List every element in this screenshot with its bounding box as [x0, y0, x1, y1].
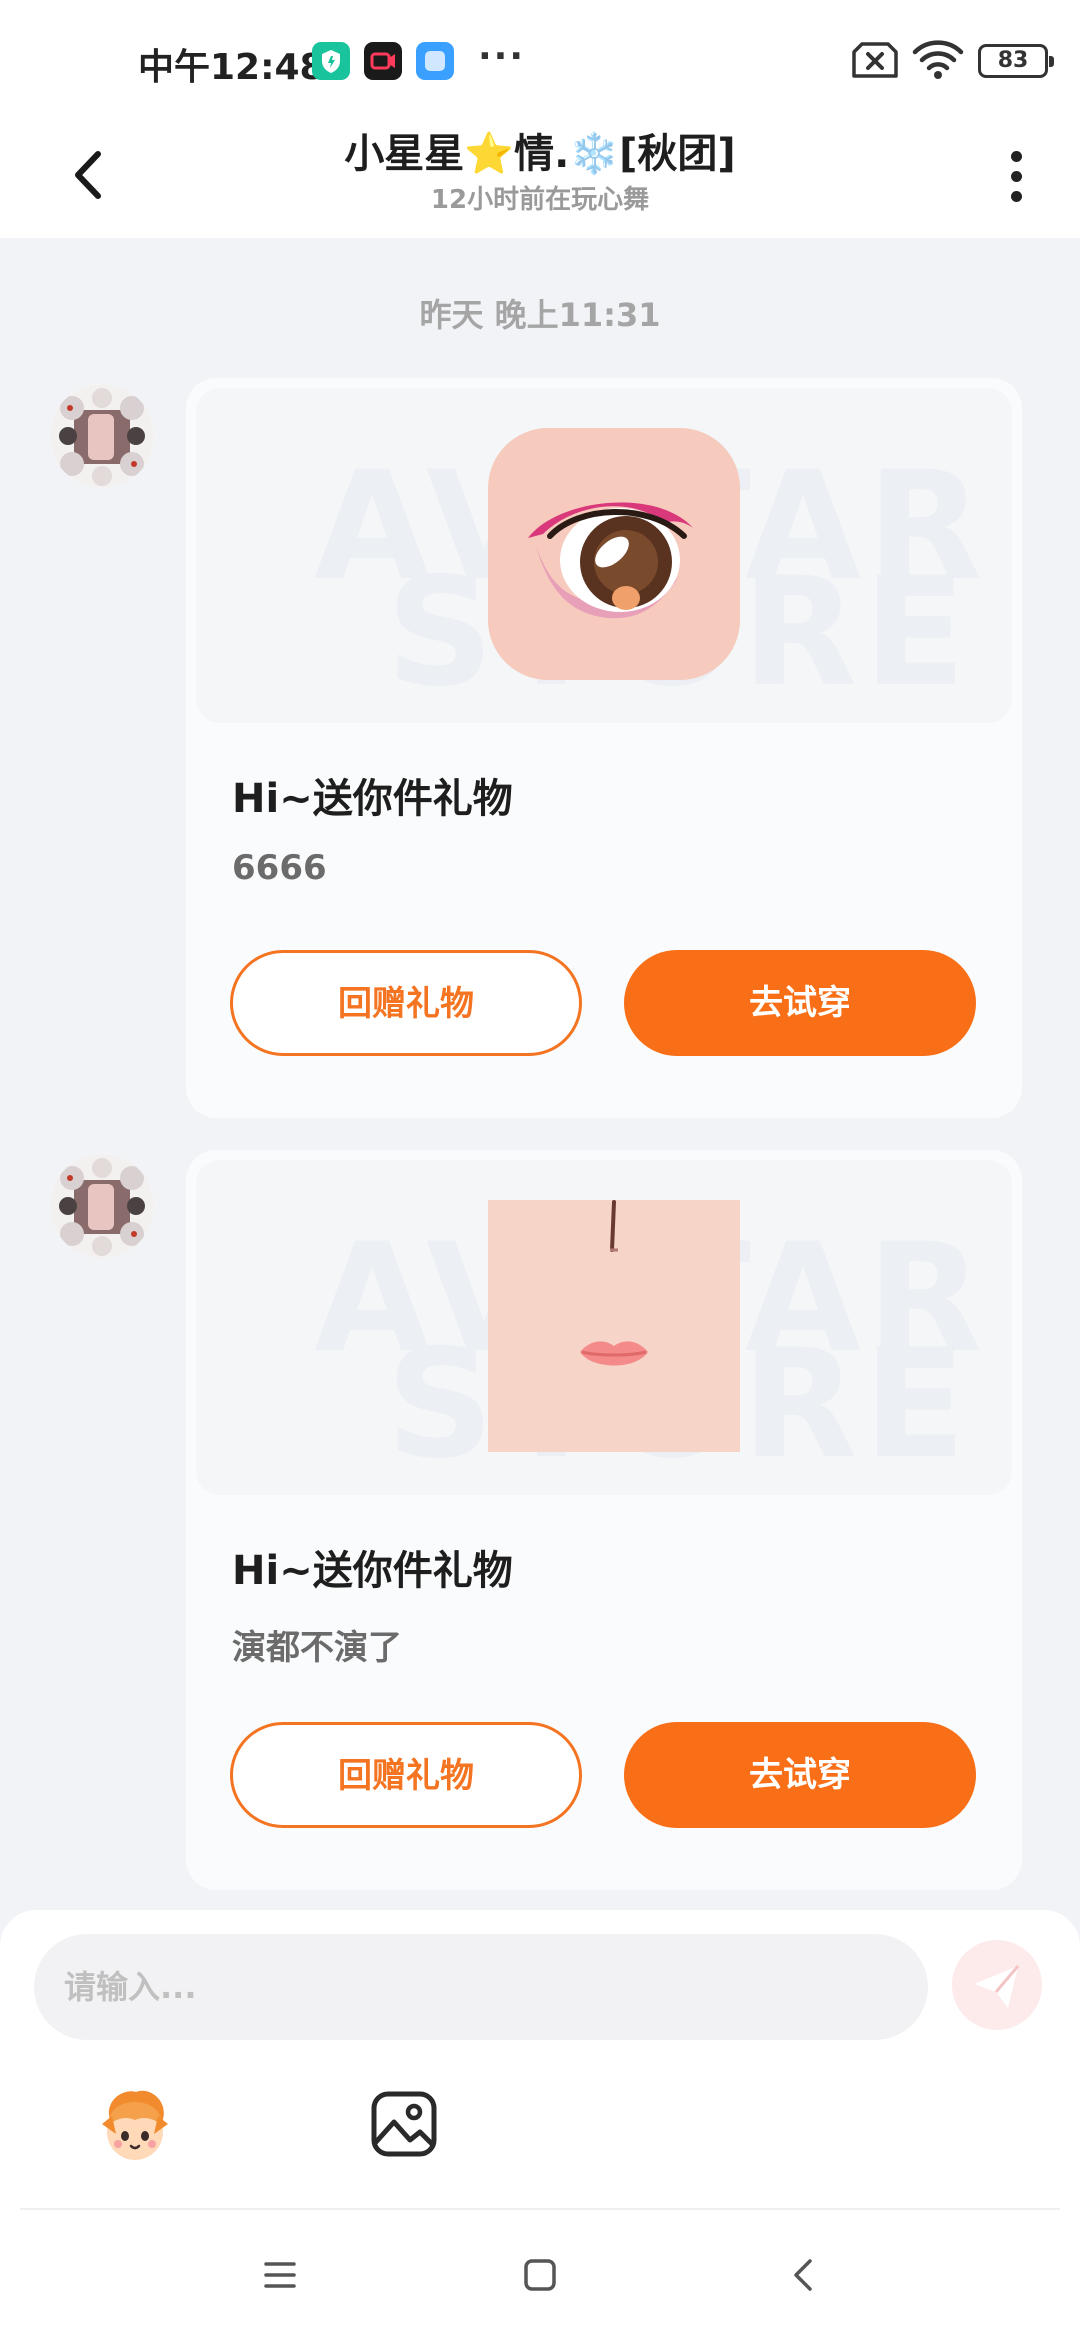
try-on-button[interactable]: 去试穿: [624, 950, 976, 1056]
gift-preview: AVATAR STORE: [196, 388, 1012, 723]
mouth-makeup-gift[interactable]: [488, 1200, 740, 1452]
gift-message-text: 演都不演了: [232, 1628, 402, 1668]
no-sim-icon: [852, 40, 898, 84]
composer-divider: [20, 2208, 1060, 2210]
eye-makeup-gift[interactable]: [488, 428, 740, 680]
sender-avatar[interactable]: [50, 384, 154, 488]
date-separator: 昨天 晚上11:31: [419, 296, 661, 334]
menu-icon: [264, 2262, 296, 2288]
back-icon: [794, 2259, 812, 2291]
back-arrow-icon: [75, 151, 101, 199]
gift-message-text: 6666: [232, 848, 327, 888]
chat-title: 小星星⭐情.❄️[秋团]: [344, 131, 736, 177]
title-block[interactable]: 小星星⭐情.❄️[秋团] 12小时前在玩心舞: [200, 126, 880, 218]
sticker-button[interactable]: [90, 2080, 180, 2170]
sticker-icon: [102, 2090, 168, 2160]
home-icon: [524, 2259, 556, 2291]
try-on-button[interactable]: 去试穿: [624, 1722, 976, 1828]
wifi-icon: [912, 40, 964, 84]
gift-title: Hi~送你件礼物: [232, 776, 513, 822]
home-nav-button[interactable]: [510, 2250, 570, 2300]
return-gift-button[interactable]: 回赠礼物: [230, 1722, 582, 1828]
message-input[interactable]: [34, 1934, 928, 2040]
send-icon: [974, 1965, 1020, 2008]
menu-nav-button[interactable]: [250, 2250, 310, 2300]
chat-header: 小星星⭐情.❄️[秋团] 12小时前在玩心舞: [0, 120, 1080, 238]
shield-app-icon: [312, 42, 350, 80]
gift-preview: AVATAR STORE: [196, 1160, 1012, 1495]
back-button[interactable]: [56, 140, 126, 210]
video-app-icon: [364, 42, 402, 80]
battery-icon: 83: [978, 44, 1054, 78]
gift-message-card: AVATAR STORE Hi~送你件礼物 6666 回赠礼物 去试穿: [186, 378, 1022, 1118]
back-nav-button[interactable]: [774, 2250, 834, 2300]
cloud-app-icon: [416, 42, 454, 80]
status-time: 中午12:48: [138, 47, 325, 88]
image-button[interactable]: [368, 2088, 440, 2160]
chat-subtitle: 12小时前在玩心舞: [430, 185, 650, 215]
return-gift-button[interactable]: 回赠礼物: [230, 950, 582, 1056]
sender-avatar[interactable]: [50, 1154, 154, 1258]
status-bar: 中午12:48 ··· 83: [0, 0, 1080, 120]
status-more-indicator: ···: [478, 36, 526, 77]
send-button[interactable]: [952, 1940, 1042, 2030]
more-vertical-icon[interactable]: [996, 144, 1036, 214]
gift-title: Hi~送你件礼物: [232, 1548, 513, 1594]
image-icon: [371, 2091, 437, 2157]
gift-message-card: AVATAR STORE Hi~送你件礼物 演都不演了 回赠礼物 去试穿: [186, 1150, 1022, 1890]
